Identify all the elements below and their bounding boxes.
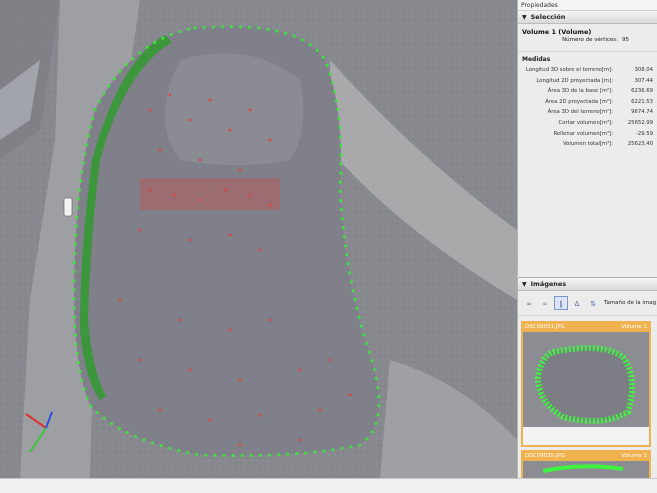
link-icon[interactable]: ∞ bbox=[522, 296, 536, 310]
measures-header: Medidas bbox=[518, 51, 657, 65]
status-bar bbox=[0, 478, 657, 493]
thumbnail-size-label: Tamaño de la imag bbox=[604, 300, 657, 306]
thumbnail-filename: DSC09051.JPG bbox=[525, 324, 566, 330]
measure-row: Longitud 3D sobre el terreno[m]: 308.04 bbox=[518, 65, 657, 76]
vertex-count-label: Número de vértices: bbox=[562, 37, 618, 43]
selection-header-label: Selección bbox=[530, 13, 566, 21]
measure-value: 6236.69 bbox=[631, 88, 653, 95]
properties-panel: Propiedades ▼ Selección Volume 1 (Volume)… bbox=[517, 0, 657, 276]
image-thumbnail[interactable]: DSC09051.JPG Volume 1 bbox=[521, 321, 651, 447]
thumbnail-image bbox=[523, 332, 649, 445]
measure-row: Volumen total[m³]: 25623.40 bbox=[518, 139, 657, 150]
measure-label: Rellenar volumen[m³]: bbox=[553, 130, 613, 137]
columns-icon[interactable]: ‖ bbox=[554, 296, 568, 310]
measure-value: 25623.40 bbox=[627, 141, 653, 148]
measure-label: Área 3D de la base [m²]: bbox=[547, 88, 613, 95]
delta-icon[interactable]: Δ bbox=[570, 296, 584, 310]
measure-label: Longitud 2D proyectada [m]: bbox=[536, 77, 613, 84]
measure-row: Área 2D proyectada [m²]: 6221.53 bbox=[518, 97, 657, 108]
images-panel: ▼ Imágenes ∞ ∝ ‖ Δ ⇅ Tamaño de la imag DS… bbox=[517, 277, 657, 478]
thumbnail-image bbox=[523, 461, 649, 478]
collapse-triangle-icon[interactable]: ▼ bbox=[522, 278, 527, 291]
dense-point-band bbox=[140, 178, 280, 210]
thumbnail-caption: DSC09051.JPG Volume 1 bbox=[523, 323, 649, 332]
measure-value: 308.04 bbox=[634, 67, 653, 73]
measure-row: Área 3D del terreno[m²]: 9674.74 bbox=[518, 107, 657, 118]
measure-label: Longitud 3D sobre el terreno[m]: bbox=[525, 67, 613, 73]
selection-section-header[interactable]: ▼ Selección bbox=[518, 11, 657, 24]
collapse-triangle-icon[interactable]: ▼ bbox=[522, 11, 527, 24]
app-window: Propiedades ▼ Selección Volume 1 (Volume)… bbox=[0, 0, 657, 493]
measure-value: 307.44 bbox=[634, 77, 653, 84]
thumbnail-tag: Volume 1 bbox=[621, 453, 647, 459]
images-toolbar: ∞ ∝ ‖ Δ ⇅ Tamaño de la imag bbox=[518, 291, 657, 316]
measure-row: Área 3D de la base [m²]: 6236.69 bbox=[518, 86, 657, 97]
measure-value: -29.59 bbox=[635, 130, 653, 137]
measure-value: 9674.74 bbox=[631, 109, 653, 116]
measure-label: Área 2D proyectada [m²]: bbox=[545, 98, 613, 105]
measure-value: 25652.99 bbox=[627, 119, 653, 126]
measure-label: Área 3D del terreno[m²]: bbox=[547, 109, 613, 116]
vertex-count-value: 95 bbox=[622, 37, 629, 43]
measure-label: Volumen total[m³]: bbox=[562, 141, 613, 148]
sort-icon[interactable]: ⇅ bbox=[586, 296, 600, 310]
thumbnail-filename: DSC09035.JPG bbox=[525, 453, 566, 459]
stockpile-top bbox=[165, 53, 304, 166]
measure-row: Rellenar volumen[m³]: -29.59 bbox=[518, 129, 657, 140]
object-name: Volume 1 (Volume) bbox=[522, 28, 592, 36]
unlink-icon[interactable]: ∝ bbox=[538, 296, 552, 310]
image-thumbnail[interactable]: DSC09035.JPG Volume 1 bbox=[521, 450, 651, 478]
vertex-count-row: Número de vértices: 95 bbox=[518, 36, 657, 48]
vehicle bbox=[63, 197, 73, 217]
measure-label: Cortar volumen[m³]: bbox=[558, 119, 613, 126]
properties-title: Propiedades bbox=[518, 0, 657, 11]
measure-value: 6221.53 bbox=[631, 98, 653, 105]
map-viewport[interactable] bbox=[0, 0, 517, 478]
aerial-scene bbox=[0, 0, 517, 478]
measure-row: Cortar volumen[m³]: 25652.99 bbox=[518, 118, 657, 129]
thumbnail-tag: Volume 1 bbox=[621, 324, 647, 330]
images-section-header[interactable]: ▼ Imágenes bbox=[518, 278, 657, 291]
thumbnail-caption: DSC09035.JPG Volume 1 bbox=[523, 452, 649, 461]
images-header-label: Imágenes bbox=[530, 280, 567, 288]
measure-row: Longitud 2D proyectada [m]: 307.44 bbox=[518, 76, 657, 87]
